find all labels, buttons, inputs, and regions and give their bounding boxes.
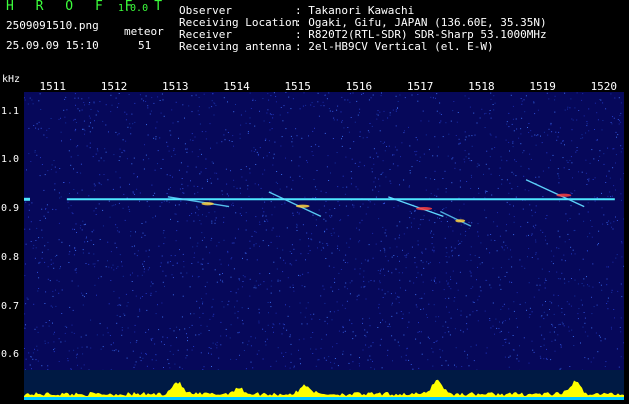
app-version: 1.0.0 <box>118 3 148 15</box>
meteor-echo-head <box>416 207 432 210</box>
spectrum-level-fill <box>24 380 624 400</box>
frequency-tick-label: 0.8 <box>1 252 19 263</box>
meteor-echo-head <box>201 202 213 205</box>
frequency-tick-label: 0.9 <box>1 203 19 214</box>
meteor-echo-trail <box>526 180 584 207</box>
info-value-antenna: : 2el-HB9CV Vertical (el. E-W) <box>295 41 494 53</box>
spectrum-canvas <box>24 370 624 400</box>
background-noise <box>24 92 624 370</box>
info-key-antenna: Receiving antenna <box>179 41 292 53</box>
meteor-echo-head <box>296 205 310 208</box>
meteor-echo-head <box>455 219 465 222</box>
axis-unit-label: kHz <box>2 74 20 86</box>
meteor-echo <box>526 180 584 207</box>
frequency-tick-label: 0.7 <box>1 301 19 312</box>
meteor-echo-trail <box>269 192 321 216</box>
meteor-echo-head <box>556 194 571 197</box>
meteor-count: 51 <box>138 40 151 52</box>
capture-filename: 2509091510.png <box>6 20 99 32</box>
meteor-echo-trail <box>440 211 471 226</box>
meteor-label: meteor <box>124 26 164 38</box>
capture-timestamp: 25.09.09 15:10 <box>6 40 99 52</box>
spectrogram-plot[interactable] <box>24 92 624 370</box>
meteor-echo <box>440 211 471 226</box>
frequency-tick-label: 1.1 <box>1 106 19 117</box>
meteor-echo <box>269 192 321 216</box>
frequency-tick-label: 0.6 <box>1 349 19 360</box>
header-panel: H R O F F T 1.0.0 2509091510.png meteor … <box>0 0 629 62</box>
spectrogram-canvas <box>24 92 624 370</box>
frequency-tick-label: 1.0 <box>1 154 19 165</box>
spectrum-strip <box>24 370 624 400</box>
